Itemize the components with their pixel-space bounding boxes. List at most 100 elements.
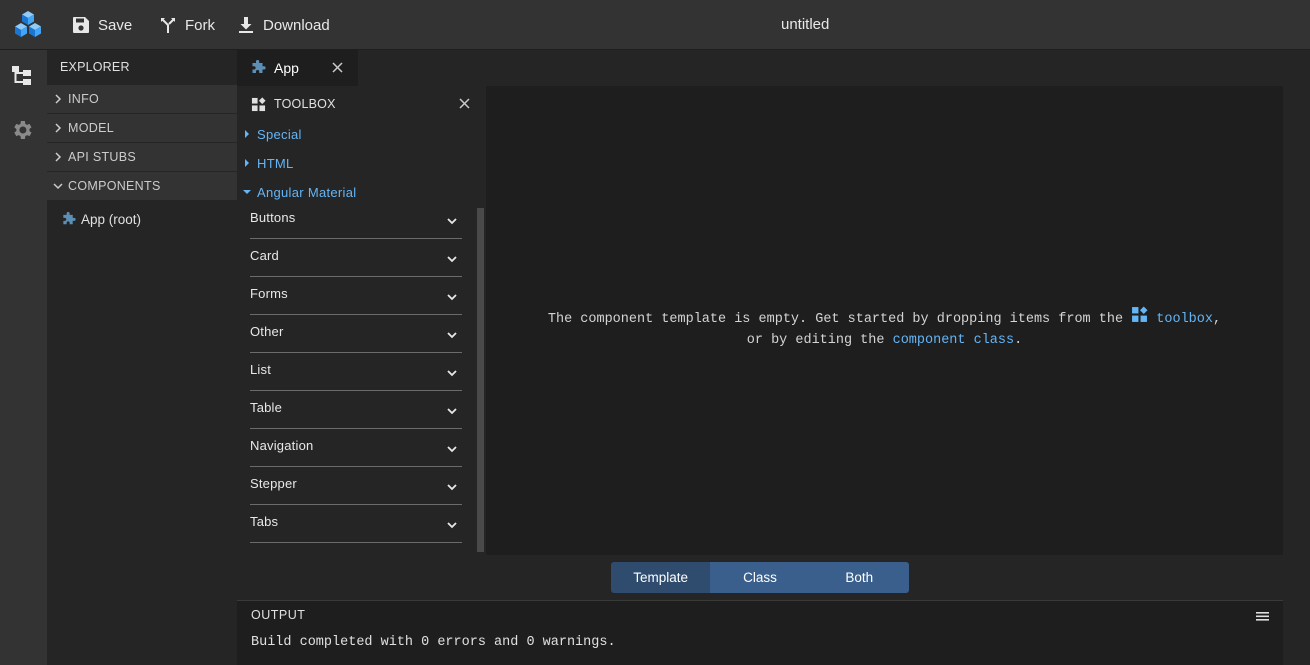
download-icon (239, 17, 253, 33)
section-model-label: MODEL (68, 121, 114, 135)
chevron-down-icon (447, 256, 457, 263)
section-api-stubs[interactable]: API STUBS (47, 143, 237, 172)
toolbox-item-tabs[interactable]: Tabs (250, 505, 462, 543)
category-angular-material-label: Angular Material (257, 184, 357, 200)
project-title: untitled (781, 16, 830, 33)
toolbox-item-card[interactable]: Card (250, 239, 462, 277)
toolbox-scrollbar[interactable] (477, 208, 484, 552)
tab-app[interactable]: App (237, 50, 358, 86)
view-template-button[interactable]: Template (611, 562, 711, 593)
toolbox-item-label: Table (250, 400, 283, 415)
output-header: OUTPUT (251, 608, 306, 622)
close-icon[interactable] (458, 97, 471, 110)
chevron-down-icon (447, 370, 457, 377)
fork-label: Fork (185, 16, 215, 34)
category-angular-material[interactable]: Angular Material (243, 181, 356, 203)
toolbox-item-label: Other (250, 324, 284, 339)
chevron-down-icon (447, 522, 457, 529)
toolbox-item-label: Tabs (250, 514, 279, 529)
tree-item-label: App (root) (81, 211, 142, 227)
save-icon (73, 17, 89, 33)
tab-app-label: App (274, 60, 299, 76)
section-components[interactable]: COMPONENTS (47, 172, 237, 201)
toolbox-item-list[interactable]: List (250, 353, 462, 391)
component-class-link[interactable]: component class (893, 333, 1015, 348)
empty-template-message: The component template is empty. Get sta… (486, 306, 1283, 351)
section-model[interactable]: MODEL (47, 114, 237, 143)
close-icon[interactable] (331, 61, 344, 74)
gear-icon[interactable] (10, 118, 34, 142)
chevron-down-icon (447, 294, 457, 301)
category-html[interactable]: HTML (243, 152, 294, 174)
component-tree-icon[interactable] (10, 64, 34, 88)
output-panel: OUTPUT Build completed with 0 errors and… (237, 600, 1283, 665)
puzzle-icon (252, 60, 266, 73)
toolbox-item-navigation[interactable]: Navigation (250, 429, 462, 467)
caret-right-icon (245, 130, 249, 138)
view-both-button[interactable]: Both (809, 562, 909, 593)
section-api-stubs-label: API STUBS (68, 150, 136, 164)
view-switch: Template Class Both (611, 562, 909, 593)
output-log: Build completed with 0 errors and 0 warn… (251, 635, 616, 650)
activity-bar (0, 50, 47, 665)
empty-msg-text: or by editing the (746, 333, 893, 348)
toolbox-item-forms[interactable]: Forms (250, 277, 462, 315)
section-info-label: INFO (68, 92, 100, 106)
toolbox-item-buttons[interactable]: Buttons (250, 201, 462, 239)
tree-item-app-root[interactable]: App (root) (47, 208, 237, 230)
cubes-logo[interactable] (13, 10, 43, 40)
section-info[interactable]: INFO (47, 85, 237, 114)
category-special-label: Special (257, 126, 302, 142)
toolbox-item-stepper[interactable]: Stepper (250, 467, 462, 505)
toolbox-link[interactable]: toolbox (1156, 312, 1213, 327)
empty-msg-period: . (1014, 333, 1023, 348)
download-button[interactable]: Download (237, 14, 330, 36)
chevron-down-icon (53, 183, 63, 190)
toolbox-item-table[interactable]: Table (250, 391, 462, 429)
section-components-label: COMPONENTS (68, 179, 161, 193)
chevron-down-icon (447, 332, 457, 339)
view-switch-bar: Template Class Both (237, 555, 1283, 600)
toolbox-panel: TOOLBOX Special HTML Angular Material Bu… (237, 86, 486, 555)
explorer-header: EXPLORER (60, 60, 130, 74)
toolbox-header: TOOLBOX (237, 86, 486, 122)
right-gutter (1283, 50, 1310, 665)
caret-right-icon (245, 159, 249, 167)
toolbox-item-label: List (250, 362, 272, 377)
chevron-down-icon (447, 408, 457, 415)
chevron-right-icon (55, 123, 62, 133)
category-special[interactable]: Special (243, 123, 302, 145)
chevron-down-icon (447, 446, 457, 453)
toolbox-item-label: Card (250, 248, 279, 263)
chevron-down-icon (447, 218, 457, 225)
editor-tab-strip: App (237, 50, 1283, 86)
toolbox-item-label: Stepper (250, 476, 297, 491)
puzzle-icon (63, 211, 76, 224)
toolbox-item-label: Navigation (250, 438, 314, 453)
empty-msg-text: The component template is empty. Get sta… (547, 312, 1132, 327)
empty-msg-comma: , (1213, 312, 1222, 327)
chevron-right-icon (55, 94, 62, 104)
download-label: Download (263, 16, 330, 34)
toolbox-icon (1132, 306, 1148, 322)
explorer-panel: EXPLORER INFO MODEL API STUBS COMPONENTS… (47, 50, 237, 665)
save-button[interactable]: Save (72, 14, 132, 36)
fork-button[interactable]: Fork (159, 14, 215, 36)
template-canvas[interactable]: The component template is empty. Get sta… (486, 86, 1283, 555)
empty-msg-line-2: or by editing the component class. (486, 330, 1283, 351)
toolbox-title: TOOLBOX (274, 97, 336, 111)
empty-msg-line-1: The component template is empty. Get sta… (486, 306, 1283, 330)
caret-down-icon (243, 190, 251, 194)
toolbox-item-label: Buttons (250, 210, 296, 225)
chevron-right-icon (55, 152, 62, 162)
toolbox-item-other[interactable]: Other (250, 315, 462, 353)
save-label: Save (98, 16, 133, 34)
top-bar: Save Fork Download untitled (0, 0, 1310, 50)
category-html-label: HTML (257, 155, 294, 171)
toolbox-icon (251, 96, 266, 111)
view-class-button[interactable]: Class (710, 562, 810, 593)
chevron-down-icon (447, 484, 457, 491)
fork-icon (161, 18, 175, 33)
toolbox-item-label: Forms (250, 286, 288, 301)
clear-output-icon[interactable] (1256, 611, 1269, 622)
